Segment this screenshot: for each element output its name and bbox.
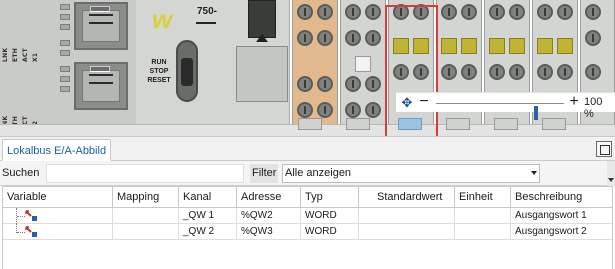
table-row[interactable]: _QW 1 %QW2 WORD Ausgangswort 1 [3,208,612,224]
filter-dropdown[interactable]: Alle anzeigen [282,164,540,183]
terminal-module[interactable] [292,0,338,128]
col-einheit[interactable]: Einheit [455,187,511,209]
col-variable[interactable]: Variable [3,187,113,209]
run-label: RUN [151,59,167,66]
rail-tab [298,118,322,130]
chevron-down-icon[interactable] [531,171,537,175]
tab-bar: Lokalbus E/A-Abbild [0,137,615,161]
zoom-in-button[interactable]: + [568,93,580,113]
switch-labels: RUN STOP RESET [144,58,174,85]
status-led [60,4,70,10]
search-label: Suchen [2,167,40,179]
selection-highlight [385,5,438,136]
ethernet-port-x2 [74,62,128,110]
model-number: 750- [197,6,218,17]
status-led [60,14,70,20]
col-mapping[interactable]: Mapping [113,187,179,209]
wago-logo: w [152,4,173,34]
cell-einheit[interactable] [455,208,511,224]
status-led [60,66,70,72]
cell-typ: WORD [301,208,359,224]
cell-mapping[interactable] [113,224,179,240]
arrow-up-icon [256,34,268,42]
cell-kanal: _QW 2 [179,224,237,240]
col-standardwert[interactable]: Standardwert [359,187,455,209]
cell-beschreibung[interactable]: Ausgangswort 1 [511,208,612,224]
status-led [60,40,70,46]
port-label-x1: X1 [32,52,39,62]
cell-variable[interactable] [3,224,113,240]
status-led [60,86,70,92]
fit-to-view-icon[interactable]: ✥ [399,95,415,111]
col-adresse[interactable]: Adresse [237,187,301,209]
cell-beschreibung[interactable]: Ausgangswort 2 [511,224,612,240]
toolbar-overflow[interactable] [607,161,615,186]
bus-connector [236,46,288,102]
zoom-slider[interactable] [436,103,564,120]
col-kanal[interactable]: Kanal [179,187,237,209]
cell-standardwert[interactable] [359,224,455,240]
rail-tab [446,118,470,130]
cell-variable[interactable] [3,208,113,224]
rail-tab [494,118,518,130]
tab-lokalbus-ea-abbild[interactable]: Lokalbus E/A-Abbild [2,139,112,161]
rail-tab [346,118,370,130]
zoom-level: 100 % [584,96,603,120]
status-led [60,24,70,30]
port-label-act-x1: ACT [22,47,29,62]
mode-switch [176,40,198,102]
module-cover [248,0,276,38]
status-led [60,50,70,56]
zoom-toolbar: ✥ − + 100 % [396,92,615,120]
filter-selected-value: Alle anzeigen [285,167,352,179]
filter-toolbar: Suchen Filter Alle anzeigen [0,161,615,186]
table-row[interactable]: _QW 2 %QW3 WORD Ausgangswort 2 [3,224,612,240]
port-label-eth-x1: ETH [12,47,19,62]
filter-label: Filter [250,164,279,183]
stop-label: STOP [149,68,169,75]
cell-adresse: %QW2 [237,208,301,224]
maximize-icon[interactable] [596,141,612,157]
io-variable-icon [25,226,37,237]
col-typ[interactable]: Typ [301,187,359,209]
cell-mapping[interactable] [113,208,179,224]
cell-typ: WORD [301,224,359,240]
zoom-out-button[interactable]: − [418,93,430,113]
cell-adresse: %QW3 [237,224,301,240]
cell-kanal: _QW 1 [179,208,237,224]
search-input[interactable] [46,164,244,183]
table-header: Variable Mapping Kanal Adresse Typ Stand… [3,186,612,209]
status-led [60,76,70,82]
io-table: Variable Mapping Kanal Adresse Typ Stand… [2,186,613,269]
reset-label: RESET [147,77,171,84]
port-label-lnk-x1: LNK [2,47,9,62]
terminal-module[interactable] [340,0,386,128]
rail-tab [542,118,566,130]
col-beschreibung[interactable]: Beschreibung [511,187,612,209]
hardware-view[interactable]: LNK ETH ACT X2 LNK ETH ACT X1 w 750- RUN… [0,0,615,136]
zoom-slider-thumb[interactable] [534,106,538,120]
model-underline [196,22,216,24]
cell-einheit[interactable] [455,224,511,240]
controller-module[interactable]: LNK ETH ACT X2 LNK ETH ACT X1 w 750- RUN… [0,0,290,132]
io-variable-icon [25,210,37,221]
ethernet-port-x1 [74,2,128,50]
cell-standardwert[interactable] [359,208,455,224]
